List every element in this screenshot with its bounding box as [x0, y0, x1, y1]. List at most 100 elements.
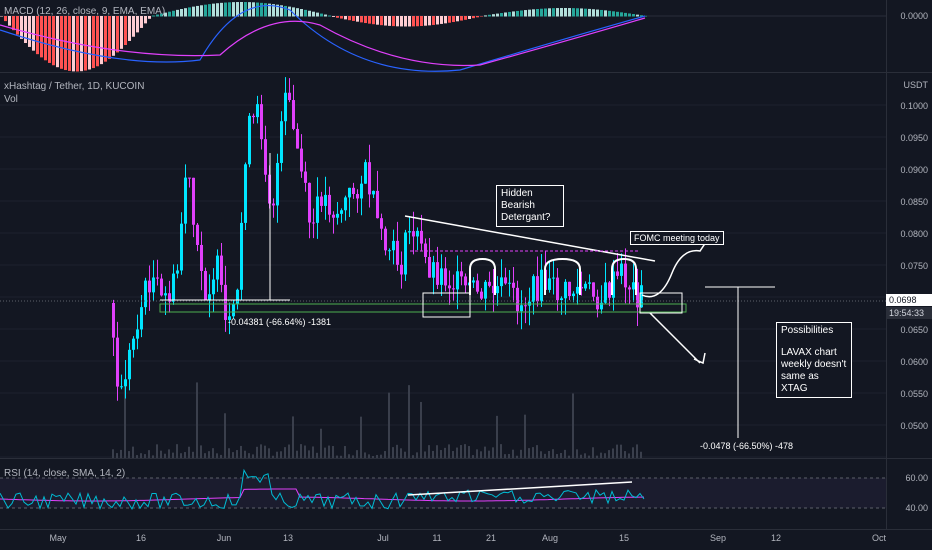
- macd-hist-bar: [516, 10, 519, 17]
- macd-hist-bar: [508, 11, 511, 17]
- volume-bar: [304, 445, 306, 458]
- volume-bar: [540, 451, 542, 458]
- candle-body: [240, 222, 243, 290]
- candle-body: [408, 231, 411, 233]
- candle-body: [364, 162, 367, 184]
- volume-bar: [320, 428, 322, 458]
- candlestick-chart: [0, 77, 886, 458]
- macd-hist-bar: [556, 8, 559, 17]
- price-plot[interactable]: [0, 73, 886, 458]
- time-axis[interactable]: May 16 Jun 13 Jul 11 21 Aug 15 Sep 12 Oc…: [0, 529, 932, 550]
- candle-body: [396, 240, 399, 265]
- measure-low-label: -0.04381 (-66.64%) -1381: [228, 317, 332, 327]
- macd-hist-bar: [568, 8, 571, 17]
- candle-body: [332, 214, 335, 218]
- candle-body: [424, 243, 427, 257]
- macd-hist-bar: [388, 16, 391, 26]
- macd-legend[interactable]: MACD (12, 26, close, 9, EMA, EMA): [4, 6, 165, 17]
- macd-hist-bar: [636, 14, 639, 17]
- candle-body: [156, 277, 159, 279]
- candle-body: [132, 338, 135, 350]
- price-axis[interactable]: USDT 0.1000 0.0950 0.0900 0.0850 0.0800 …: [886, 73, 932, 458]
- macd-pane[interactable]: MACD (12, 26, close, 9, EMA, EMA) 0.0000: [0, 0, 932, 72]
- symbol-title[interactable]: xHashtag / Tether, 1D, KUCOIN: [4, 81, 144, 92]
- macd-hist-bar: [544, 8, 547, 17]
- macd-hist-bar: [472, 16, 475, 19]
- macd-hist-bar: [372, 16, 375, 25]
- macd-axis[interactable]: 0.0000: [886, 0, 932, 72]
- macd-hist-bar: [68, 16, 71, 71]
- rsi-plot[interactable]: [0, 459, 886, 529]
- candle-body: [308, 182, 311, 223]
- macd-hist-bar: [584, 8, 587, 17]
- macd-hist-bar: [540, 8, 543, 17]
- volume-bar: [288, 444, 290, 458]
- macd-hist-bar: [344, 16, 347, 20]
- macd-hist-bar: [464, 16, 467, 20]
- candle-body: [184, 177, 187, 224]
- candle-body: [500, 277, 503, 287]
- possibilities-note[interactable]: Possibilities LAVAX chart weekly doesn't…: [776, 322, 852, 398]
- price-pane[interactable]: xHashtag / Tether, 1D, KUCOIN Vol Hidden…: [0, 73, 932, 458]
- top-pattern-arc: [469, 257, 496, 295]
- candle-body: [260, 104, 263, 140]
- volume-bar: [420, 401, 422, 458]
- candle-body: [584, 283, 587, 289]
- time-tick: Aug: [541, 533, 559, 543]
- hidden-bearish-note[interactable]: Hidden Bearish Detergant?: [496, 185, 564, 227]
- candle-body: [624, 263, 627, 288]
- volume-bar: [128, 451, 130, 458]
- volume-bar: [196, 382, 198, 458]
- macd-hist-bar: [184, 8, 187, 17]
- volume-bar: [400, 448, 402, 458]
- rsi-pane[interactable]: RSI (14, close, SMA, 14, 2) 60.00 40.00: [0, 459, 932, 529]
- candle-body: [496, 286, 499, 294]
- candle-body: [252, 115, 255, 118]
- macd-hist-bar: [348, 16, 351, 21]
- rsi-legend[interactable]: RSI (14, close, SMA, 14, 2): [4, 468, 125, 479]
- macd-hist-bar: [512, 11, 515, 17]
- measure-right-label: -0.0478 (-66.50%) -478: [700, 441, 794, 451]
- macd-hist-bar: [192, 6, 195, 17]
- price-tick: 0.0900: [900, 165, 928, 175]
- macd-hist-bar: [420, 16, 423, 27]
- volume-legend[interactable]: Vol: [4, 94, 18, 105]
- time-tick: Sep: [709, 533, 727, 543]
- candle-body: [120, 386, 123, 388]
- rsi-axis[interactable]: 60.00 40.00: [886, 459, 932, 529]
- macd-hist-bar: [168, 11, 171, 17]
- candle-body: [384, 228, 387, 251]
- candle-body: [524, 305, 527, 307]
- fomc-note[interactable]: FOMC meeting today: [630, 231, 724, 245]
- volume-bar: [500, 444, 502, 458]
- candle-body: [352, 187, 355, 195]
- candle-body: [288, 92, 291, 101]
- macd-hist-bar: [480, 16, 483, 17]
- candle-body: [124, 379, 127, 387]
- macd-hist-bar: [204, 4, 207, 17]
- time-tick: 15: [618, 533, 630, 543]
- macd-hist-bar: [0, 16, 3, 17]
- price-tick: 0.0850: [900, 197, 928, 207]
- macd-hist-bar: [300, 9, 303, 17]
- volume-bar: [616, 444, 618, 458]
- candle-body: [152, 277, 155, 293]
- price-tick: 0.0650: [900, 325, 928, 335]
- macd-hist-bar: [368, 16, 371, 24]
- volume-bar: [284, 447, 286, 458]
- macd-hist-bar: [244, 2, 247, 17]
- macd-hist-bar: [572, 8, 575, 17]
- macd-hist-bar: [172, 10, 175, 17]
- volume-bar: [300, 444, 302, 458]
- candle-body: [236, 289, 239, 305]
- candle-body: [164, 293, 167, 296]
- candle-body: [448, 285, 451, 289]
- volume-bar: [576, 449, 578, 458]
- macd-hist-bar: [132, 16, 135, 37]
- macd-hist-bar: [304, 9, 307, 17]
- macd-hist-bar: [500, 13, 503, 17]
- volume-bar: [392, 447, 394, 458]
- volume-bar: [632, 447, 634, 458]
- volume-bar: [396, 444, 398, 458]
- candle-body: [536, 276, 539, 302]
